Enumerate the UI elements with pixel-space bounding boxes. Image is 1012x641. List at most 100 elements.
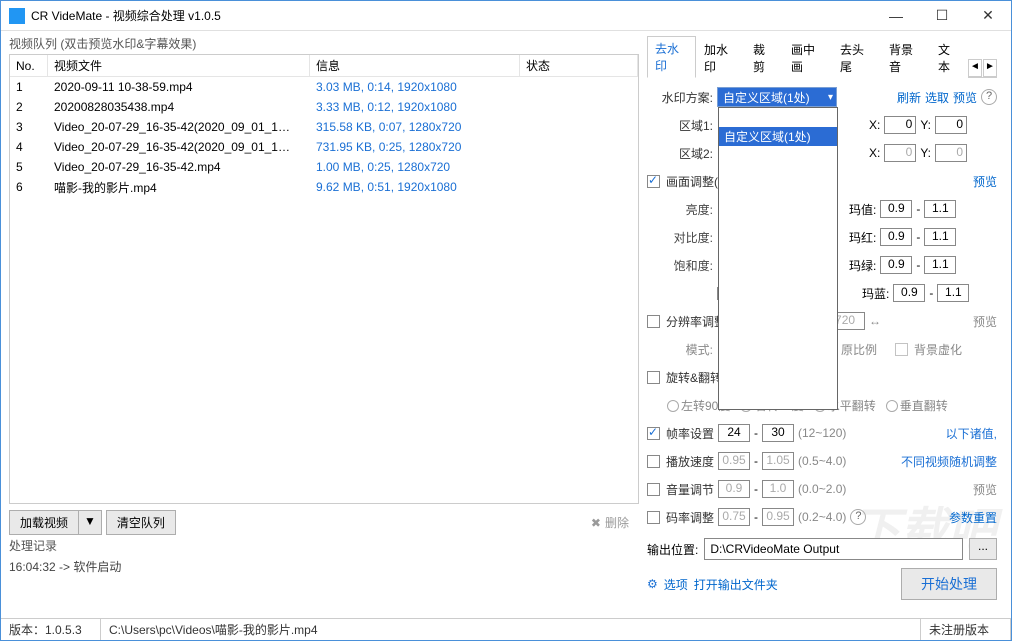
open-output-link[interactable]: 打开输出文件夹: [694, 576, 778, 593]
rotate-l90-radio[interactable]: [667, 400, 679, 412]
region1-y-input[interactable]: 0: [935, 116, 967, 134]
tab-3[interactable]: 画中画: [783, 37, 832, 78]
tab-5[interactable]: 背景音: [881, 37, 930, 78]
tab-next-button[interactable]: ►: [983, 59, 997, 77]
dropdown-option[interactable]: 西瓜视频: [719, 333, 837, 352]
vflip-radio[interactable]: [886, 400, 898, 412]
clear-queue-button[interactable]: 清空队列: [106, 510, 176, 535]
dropdown-option[interactable]: 趣多拍: [719, 276, 837, 295]
dropdown-option[interactable]: 优酷视频: [719, 371, 837, 390]
gamma-b-lo-input[interactable]: 0.9: [893, 284, 925, 302]
brightness-label: 亮度:: [647, 201, 713, 218]
window-title: CR VideMate - 视频综合处理 v1.0.5: [31, 7, 873, 24]
gamma-b-hi-input[interactable]: 1.1: [937, 284, 969, 302]
dropdown-option[interactable]: 秒拍: [719, 257, 837, 276]
gamma-b-label: 玛蓝:: [862, 285, 889, 302]
vol-lo-input[interactable]: 0.9: [718, 480, 750, 498]
swap-icon[interactable]: ↔: [869, 314, 881, 328]
gamma-r-label: 玛红:: [849, 229, 876, 246]
tab-0[interactable]: 去水印: [647, 36, 696, 78]
bitrate-checkbox[interactable]: [647, 511, 660, 524]
start-button[interactable]: 开始处理: [901, 568, 997, 600]
table-row[interactable]: 4Video_20-07-29_16-35-42(2020_09_01_1…73…: [10, 137, 638, 157]
gamma-hi-input[interactable]: 1.1: [924, 200, 956, 218]
bitrate-hi-input[interactable]: 0.95: [762, 508, 794, 526]
delete-button[interactable]: ✖删除: [581, 511, 639, 534]
tab-1[interactable]: 加水印: [696, 37, 745, 78]
random-note: 不同视频随机调整: [901, 453, 997, 470]
scheme-select[interactable]: 自定义区域(1处)▾ 不去水印自定义区域(1处)自定义区域(2处)Bilibil…: [717, 87, 837, 107]
dropdown-option[interactable]: 腾讯视频: [719, 295, 837, 314]
load-video-button[interactable]: 加载视频▼: [9, 510, 102, 535]
dropdown-option[interactable]: 好看视频: [719, 200, 837, 219]
col-no[interactable]: No.: [10, 55, 48, 76]
output-path-input[interactable]: [704, 538, 963, 560]
col-info[interactable]: 信息: [310, 55, 520, 76]
dropdown-option[interactable]: 微博: [719, 314, 837, 333]
pick-link[interactable]: 选取: [925, 89, 949, 106]
status-bar: 版本：1.0.5.3 C:\Users\pc\Videos\喵影-我的影片.mp…: [1, 618, 1011, 640]
dropdown-option[interactable]: 不去水印: [719, 108, 837, 127]
dropdown-option[interactable]: 梨视频右: [719, 219, 837, 238]
dropdown-option[interactable]: 小红书: [719, 352, 837, 371]
gamma-r-lo-input[interactable]: 0.9: [880, 228, 912, 246]
vol-preview-link[interactable]: 预览: [973, 481, 997, 498]
bitrate-lo-input[interactable]: 0.75: [718, 508, 750, 526]
resolution-checkbox[interactable]: [647, 315, 660, 328]
dropdown-option[interactable]: 爱奇艺: [719, 181, 837, 200]
scheme-dropdown[interactable]: 不去水印自定义区域(1处)自定义区域(2处)Bilibili爱奇艺好看视频梨视频…: [718, 107, 838, 410]
video-list[interactable]: No. 视频文件 信息 状态 12020-09-11 10-38-59.mp43…: [9, 54, 639, 504]
tab-2[interactable]: 裁剪: [745, 37, 783, 78]
adjust-preview-link[interactable]: 预览: [973, 173, 997, 190]
speed-lo-input[interactable]: 0.95: [718, 452, 750, 470]
browse-button[interactable]: ...: [969, 538, 997, 560]
col-state[interactable]: 状态: [520, 55, 638, 76]
dropdown-option[interactable]: 自定义区域(1处): [719, 127, 837, 146]
maximize-button[interactable]: ☐: [919, 1, 965, 31]
scheme-label: 水印方案:: [647, 89, 713, 106]
rotate-checkbox[interactable]: [647, 371, 660, 384]
fps-lo-input[interactable]: 24: [718, 424, 750, 442]
region1-x-input[interactable]: 0: [884, 116, 916, 134]
region1-label: 区域1:: [647, 117, 713, 134]
preview-link[interactable]: 预览: [953, 89, 977, 106]
gamma-g-lo-input[interactable]: 0.9: [880, 256, 912, 274]
table-row[interactable]: 5Video_20-07-29_16-35-42.mp41.00 MB, 0:2…: [10, 157, 638, 177]
table-row[interactable]: 12020-09-11 10-38-59.mp43.03 MB, 0:14, 1…: [10, 77, 638, 97]
speed-hi-input[interactable]: 1.05: [762, 452, 794, 470]
dropdown-option[interactable]: 知乎视频: [719, 390, 837, 409]
list-header: No. 视频文件 信息 状态: [10, 55, 638, 77]
options-link[interactable]: 选项: [664, 576, 688, 593]
y-label: Y:: [920, 118, 931, 132]
table-row[interactable]: 3Video_20-07-29_16-35-42(2020_09_01_1…31…: [10, 117, 638, 137]
help-icon[interactable]: ?: [850, 509, 866, 525]
minimize-button[interactable]: —: [873, 1, 919, 31]
fps-hi-input[interactable]: 30: [762, 424, 794, 442]
fps-note: 以下诸值,: [946, 425, 997, 442]
vol-hi-input[interactable]: 1.0: [762, 480, 794, 498]
dropdown-option[interactable]: Bilibili: [719, 165, 837, 181]
dropdown-option[interactable]: 梨视频左: [719, 238, 837, 257]
tab-6[interactable]: 文本: [930, 37, 968, 78]
res-preview-link[interactable]: 预览: [973, 313, 997, 330]
volume-checkbox[interactable]: [647, 483, 660, 496]
reset-params-link[interactable]: 参数重置: [949, 509, 997, 526]
table-row[interactable]: 220200828035438.mp43.33 MB, 0:12, 1920x1…: [10, 97, 638, 117]
help-icon[interactable]: ?: [981, 89, 997, 105]
resolution-label: 分辨率调整: [666, 313, 726, 330]
gear-icon: ⚙: [647, 577, 658, 591]
tab-prev-button[interactable]: ◄: [968, 59, 982, 77]
refresh-link[interactable]: 刷新: [897, 89, 921, 106]
chevron-down-icon[interactable]: ▼: [79, 510, 102, 535]
table-row[interactable]: 6喵影-我的影片.mp49.62 MB, 0:51, 1920x1080: [10, 177, 638, 197]
adjust-checkbox[interactable]: [647, 175, 660, 188]
fps-checkbox[interactable]: [647, 427, 660, 440]
col-file[interactable]: 视频文件: [48, 55, 310, 76]
dropdown-option[interactable]: 自定义区域(2处): [719, 146, 837, 165]
tab-4[interactable]: 去头尾: [832, 37, 881, 78]
gamma-g-hi-input[interactable]: 1.1: [924, 256, 956, 274]
close-button[interactable]: ✕: [965, 1, 1011, 31]
speed-checkbox[interactable]: [647, 455, 660, 468]
gamma-r-hi-input[interactable]: 1.1: [924, 228, 956, 246]
gamma-lo-input[interactable]: 0.9: [880, 200, 912, 218]
